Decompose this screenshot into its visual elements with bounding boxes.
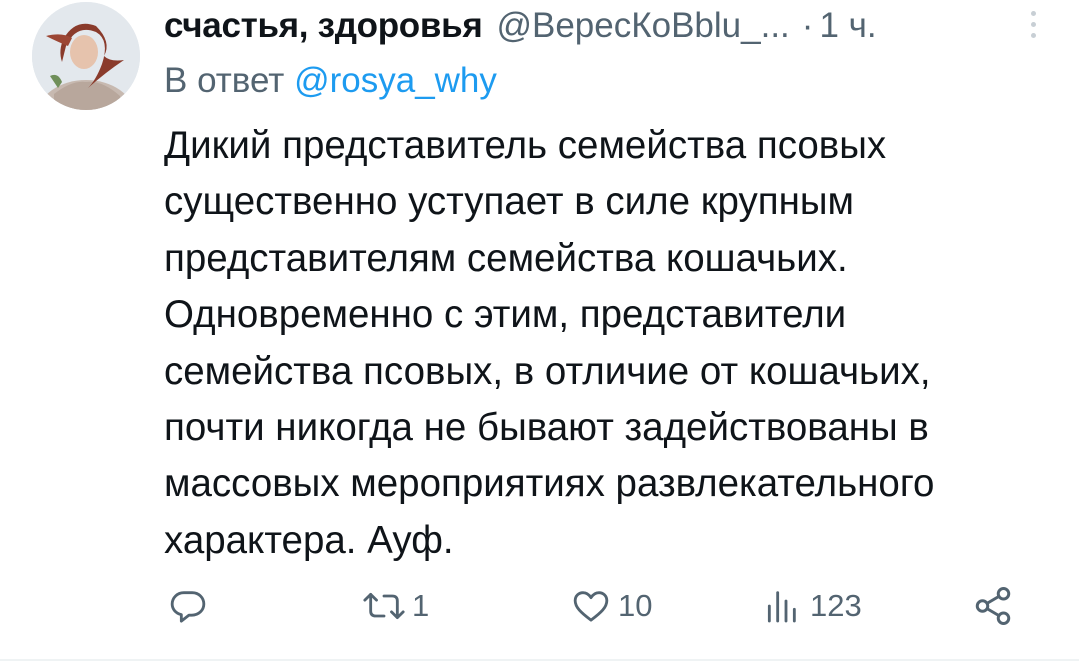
tweet-text-line: массовых мероприятиях развлекательного <box>164 462 935 506</box>
reply-context: В ответ @rosya_why <box>164 58 497 104</box>
like-count: 10 <box>618 588 653 623</box>
avatar-image <box>32 2 140 110</box>
tweet-text: Дикий представитель семейства псовых сущ… <box>164 118 1044 569</box>
views-count: 123 <box>810 588 862 623</box>
tweet-text-line: почти никогда не бывают задействованы в <box>164 406 929 450</box>
tweet-text-line: семейства псовых, в отличие от кошачьих, <box>164 349 931 393</box>
reply-icon <box>170 591 206 623</box>
more-options-icon[interactable] <box>1021 4 1045 44</box>
display-name[interactable]: счастья, здоровья <box>164 4 483 48</box>
views-icon <box>767 591 796 623</box>
retweet-count: 1 <box>412 588 430 623</box>
tweet-text-line: существенно уступает в силе крупным <box>164 180 855 224</box>
share-button[interactable] <box>972 580 1014 632</box>
tweet-text-line: Одновременно с этим, представители <box>164 293 847 337</box>
avatar[interactable] <box>32 2 140 110</box>
like-button[interactable]: 10 <box>570 580 652 632</box>
retweet-icon <box>363 592 405 620</box>
timestamp[interactable]: 1 ч. <box>819 4 876 48</box>
reply-prefix: В ответ <box>164 61 285 100</box>
reply-mention-link[interactable]: @rosya_why <box>294 61 497 100</box>
separator-dot: · <box>801 6 814 45</box>
reply-button[interactable] <box>168 580 208 632</box>
user-handle[interactable]: @ВересКоBblu_... <box>496 4 789 48</box>
tweet-header: счастья, здоровья @ВересКоBblu_... · 1 ч… <box>164 4 1044 48</box>
share-icon <box>975 587 1011 625</box>
tweet-text-line: Дикий представитель семейства псовых <box>164 124 887 167</box>
retweet-button[interactable]: 1 <box>362 580 429 632</box>
tweet[interactable]: счастья, здоровья @ВересКоBblu_... · 1 ч… <box>0 0 1079 661</box>
views-button[interactable]: 123 <box>758 580 862 632</box>
tweet-text-line: характера. Ауф. <box>164 518 454 562</box>
action-bar: 1 10 123 <box>164 580 1024 632</box>
tweet-text-line: представителям семейства кошачьих. <box>164 236 848 280</box>
heart-icon <box>573 591 609 622</box>
